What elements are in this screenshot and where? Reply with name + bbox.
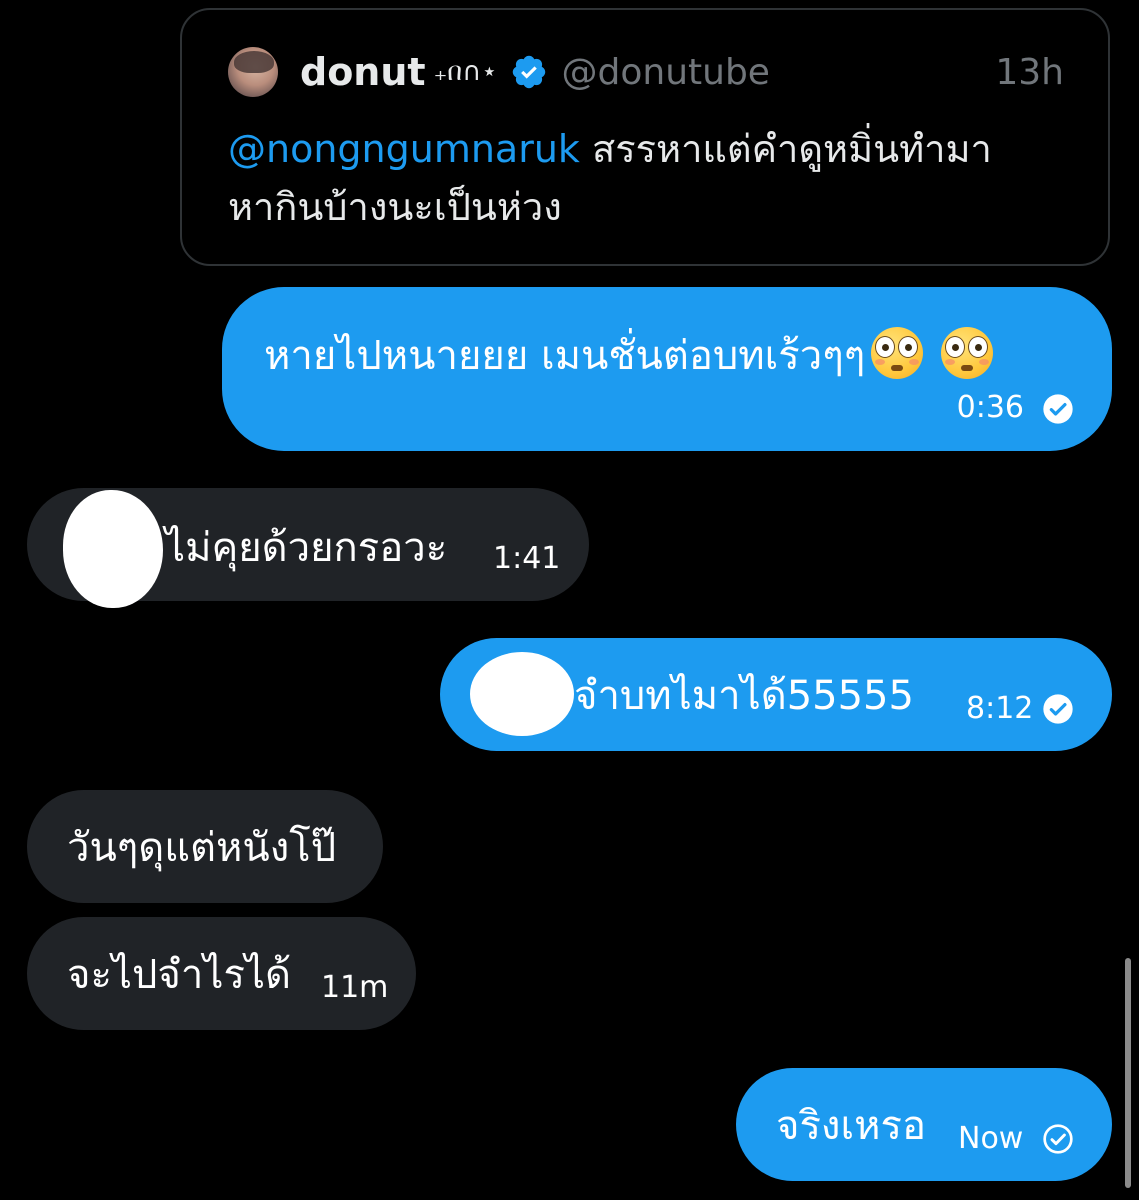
tweet-text-line2: หากินบ้างนะเป็นห่วง	[228, 185, 562, 229]
read-check-icon	[1043, 394, 1073, 424]
message-time: 8:12	[966, 691, 1034, 726]
quoted-tweet-header: donut ₊በ∩⋆ @donutube 13h	[228, 46, 1064, 98]
outgoing-message-bubble[interactable]: หายไปหนายยย เมนชั่นต่อบทเร้วๆๆ 0:36	[222, 287, 1112, 451]
incoming-message-bubble[interactable]: ไม่คุยด้วยกรอวะ 1:41	[27, 488, 589, 608]
display-name[interactable]: donut	[300, 50, 426, 94]
outgoing-message-bubble[interactable]: จำบทไมาได้55555 8:12	[440, 638, 1112, 751]
message-time: Now	[958, 1121, 1024, 1156]
message-text: วันๆดุแต่หนังโป๊	[67, 825, 337, 871]
quoted-tweet-text: @nongngumnaruk สรรหาแต่คำดูหมิ่นทำมา หาก…	[228, 120, 1048, 236]
scrollbar[interactable]	[1125, 958, 1131, 1188]
avatar[interactable]	[228, 47, 278, 97]
quoted-tweet-card[interactable]: donut ₊በ∩⋆ @donutube 13h @nongngumnaruk …	[180, 8, 1110, 266]
tweet-text-line1: สรรหาแต่คำดูหมิ่นทำมา	[579, 127, 992, 171]
message-text: ไม่คุยด้วยกรอวะ	[165, 525, 448, 571]
sent-check-icon	[1043, 1124, 1073, 1154]
redaction-blob	[470, 652, 574, 736]
message-time: 11m	[321, 970, 389, 1005]
incoming-message-bubble[interactable]: วันๆดุแต่หนังโป๊	[27, 790, 383, 903]
flushed-face-emoji	[941, 327, 994, 379]
timestamp: 13h	[995, 51, 1064, 93]
display-name-decoration: ₊በ∩⋆	[433, 56, 498, 87]
mention-link[interactable]: @nongngumnaruk	[228, 127, 580, 171]
read-check-icon	[1043, 694, 1073, 724]
handle[interactable]: @donutube	[562, 52, 770, 93]
message-text: จำบทไมาได้55555	[574, 673, 914, 719]
incoming-message-bubble[interactable]: จะไปจำไรได้ 11m	[27, 917, 416, 1030]
flushed-face-emoji	[871, 327, 924, 379]
message-time: 1:41	[493, 541, 561, 576]
outgoing-message-bubble[interactable]: จริงเหรอ Now	[736, 1068, 1112, 1181]
message-text: จะไปจำไรได้	[67, 952, 292, 998]
redaction-blob	[63, 490, 163, 608]
verified-badge-icon	[512, 55, 545, 89]
message-text: หายไปหนายยย เมนชั่นต่อบทเร้วๆๆ	[264, 327, 994, 380]
message-time: 0:36	[956, 390, 1024, 425]
message-text: จริงเหรอ	[776, 1103, 926, 1149]
